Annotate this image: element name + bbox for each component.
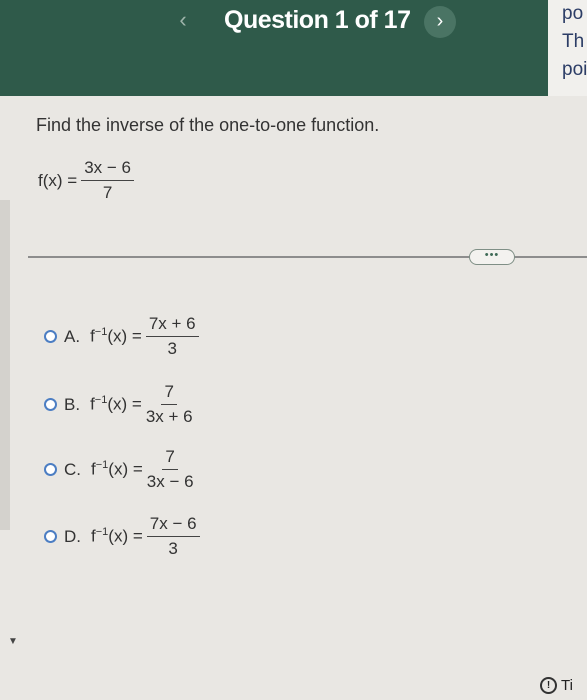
choice-numerator: 7 <box>162 447 178 470</box>
choice-a[interactable]: A. f−1(x) = 7x + 6 3 <box>44 314 199 359</box>
score-panel-line-3: poi <box>562 59 587 80</box>
choice-letter: A. <box>64 326 81 346</box>
choice-fraction: 7 3x + 6 <box>146 382 193 427</box>
choice-denominator: 3x − 6 <box>146 472 194 491</box>
choice-numerator: 7x + 6 <box>145 314 199 337</box>
next-question-button[interactable]: › <box>424 6 456 38</box>
function-lhs: f(x) = <box>38 170 78 190</box>
choice-fraction: 7x + 6 3 <box>145 314 199 359</box>
choice-letter: B. <box>64 394 81 414</box>
timer-label: Ti <box>561 677 573 694</box>
score-panel-line-1: po <box>562 3 584 24</box>
choice-b[interactable]: B. f−1(x) = 7 3x + 6 <box>44 382 193 427</box>
timer-button[interactable]: ! Ti <box>540 677 573 694</box>
given-function: f(x) = 3x − 6 7 <box>38 158 134 203</box>
choice-lhs: f−1(x) = <box>90 394 142 414</box>
choice-lhs: f−1(x) = <box>91 459 143 479</box>
function-numerator: 3x − 6 <box>81 158 134 181</box>
radio-button-icon[interactable] <box>44 330 57 343</box>
choice-fraction: 7 3x − 6 <box>147 447 194 492</box>
previous-question-button[interactable]: ‹ <box>170 8 196 32</box>
choice-numerator: 7x − 6 <box>146 514 200 537</box>
header-bar: ‹ Question 1 of 17 › <box>0 0 587 96</box>
scroll-down-arrow-icon[interactable]: ▼ <box>8 636 18 647</box>
choice-numerator: 7 <box>161 382 177 405</box>
clock-icon: ! <box>540 677 557 694</box>
choice-denominator: 3 <box>167 339 177 358</box>
choice-d[interactable]: D. f−1(x) = 7x − 6 3 <box>44 514 200 559</box>
question-counter-title: Question 1 of 17 <box>224 6 411 34</box>
radio-button-icon[interactable] <box>44 530 57 543</box>
radio-button-icon[interactable] <box>44 463 57 476</box>
choice-denominator: 3x + 6 <box>145 407 193 426</box>
score-panel-line-2: Th <box>562 31 585 52</box>
choice-lhs: f−1(x) = <box>90 326 142 346</box>
more-options-button[interactable]: ••• <box>469 249 515 265</box>
choice-c[interactable]: C. f−1(x) = 7 3x − 6 <box>44 447 194 492</box>
function-denominator: 7 <box>102 183 113 202</box>
choice-lhs: f−1(x) = <box>91 526 143 546</box>
choice-denominator: 3 <box>168 539 178 558</box>
choice-letter: D. <box>64 526 81 546</box>
score-panel: po Th poi <box>548 0 587 96</box>
choice-fraction: 7x − 6 3 <box>146 514 200 559</box>
radio-button-icon[interactable] <box>44 398 57 411</box>
question-prompt: Find the inverse of the one-to-one funct… <box>36 115 380 135</box>
function-fraction: 3x − 6 7 <box>81 158 134 203</box>
choice-letter: C. <box>64 459 81 479</box>
left-panel-edge <box>0 200 10 530</box>
